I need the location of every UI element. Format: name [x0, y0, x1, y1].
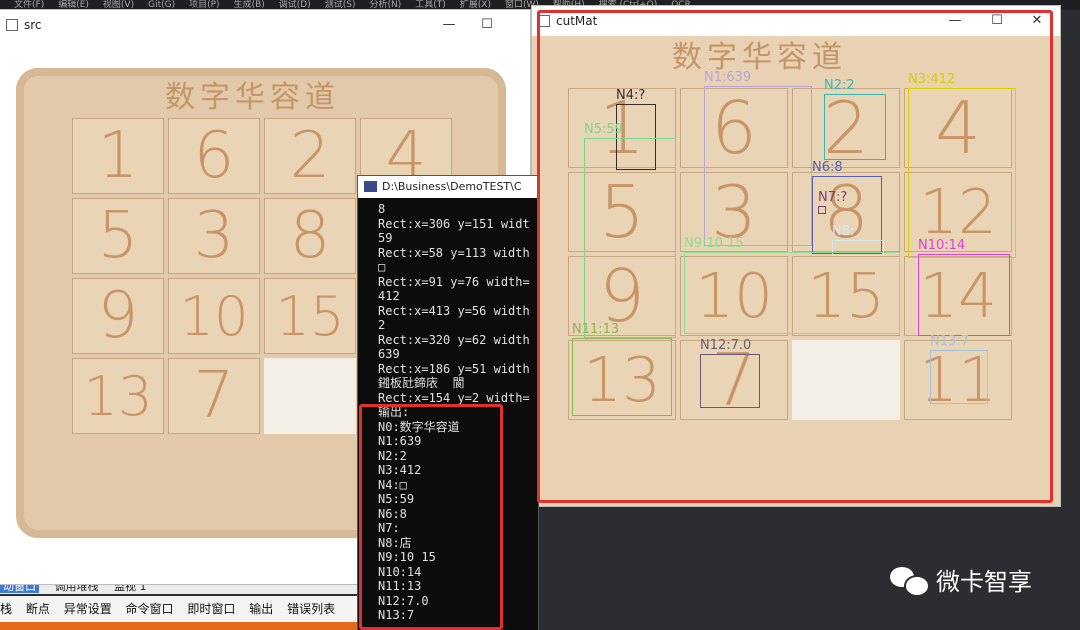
console-line: 2: [378, 318, 386, 332]
menu-item[interactable]: 文件(F): [14, 0, 44, 10]
wechat-icon: [890, 565, 930, 597]
puzzle-tile: 7: [168, 358, 260, 434]
empty-slot: [264, 358, 356, 434]
console-line: 59: [378, 231, 393, 245]
console-titlebar[interactable]: D:\Business\DemoTEST\C: [358, 176, 538, 198]
ide-status-accent: [0, 622, 360, 630]
highlight-box: [537, 10, 1053, 503]
minimize-icon[interactable]: —: [440, 16, 458, 34]
puzzle-tile: 10: [168, 278, 260, 354]
menu-item[interactable]: 项目(P): [189, 0, 219, 10]
src-window-title: src: [24, 18, 42, 32]
console-line: Rect:x=91 y=76 width=: [378, 274, 530, 289]
console-line: Rect:x=413 y=56 width: [378, 303, 530, 318]
menu-item[interactable]: 测试(S): [325, 0, 356, 10]
toolbar-item[interactable]: 堆栈: [0, 602, 12, 616]
puzzle-tile: 13: [72, 358, 164, 434]
menu-item[interactable]: 视图(V): [103, 0, 134, 10]
console-line: Rect:x=306 y=151 widt: [378, 216, 530, 231]
puzzle-tile: 6: [168, 118, 260, 194]
toolbar-item[interactable]: 即时窗口: [187, 602, 235, 616]
console-title: D:\Business\DemoTEST\C: [382, 180, 522, 193]
menu-item[interactable]: 调试(D): [279, 0, 311, 10]
console-line: Rect:x=58 y=113 width: [378, 245, 530, 260]
toolbar-item[interactable]: 断点: [26, 602, 50, 616]
toolbar-item[interactable]: 错误列表: [287, 602, 335, 616]
window-icon: [6, 19, 18, 31]
puzzle-tile: 8: [264, 198, 356, 274]
maximize-icon[interactable]: ☐: [478, 16, 496, 34]
puzzle-tile: 3: [168, 198, 260, 274]
puzzle-tile: 9: [72, 278, 164, 354]
console-line: Rect:x=320 y=62 width: [378, 332, 530, 347]
src-titlebar[interactable]: src — ☐: [0, 10, 530, 40]
console-icon: [364, 181, 377, 192]
highlight-box: [359, 404, 503, 630]
console-line: 412: [378, 289, 400, 303]
menu-item[interactable]: 扩展(X): [460, 0, 491, 10]
puzzle-tile: 15: [264, 278, 356, 354]
puzzle-tile: 1: [72, 118, 164, 194]
console-line: 639: [378, 347, 400, 361]
puzzle-title: 数字华容道: [165, 80, 340, 115]
console-line: □: [378, 260, 386, 274]
menu-item[interactable]: 生成(B): [234, 0, 265, 10]
console-line: 8: [378, 202, 386, 216]
console-line: 鎺板瓧鍗庡 閬: [378, 376, 465, 390]
toolbar-item[interactable]: 输出: [249, 602, 273, 616]
ide-toolbar: 堆栈 断点 异常设置 命令窗口 即时窗口 输出 错误列表: [0, 596, 360, 622]
menu-item[interactable]: 工具(T): [415, 0, 446, 10]
puzzle-tile: 5: [72, 198, 164, 274]
puzzle-tile: 2: [264, 118, 356, 194]
watermark-text: 微卡智享: [936, 568, 1032, 596]
console-line: Rect:x=186 y=51 width: [378, 361, 530, 376]
menu-item[interactable]: 编辑(E): [58, 0, 89, 10]
menu-item[interactable]: 分析(N): [369, 0, 401, 10]
toolbar-item[interactable]: 命令窗口: [126, 602, 174, 616]
watermark: 微卡智享: [890, 562, 1032, 597]
console-line: Rect:x=154 y=2 width=: [378, 390, 530, 405]
toolbar-item[interactable]: 异常设置: [64, 602, 112, 616]
menu-item[interactable]: Git(G): [148, 0, 175, 10]
